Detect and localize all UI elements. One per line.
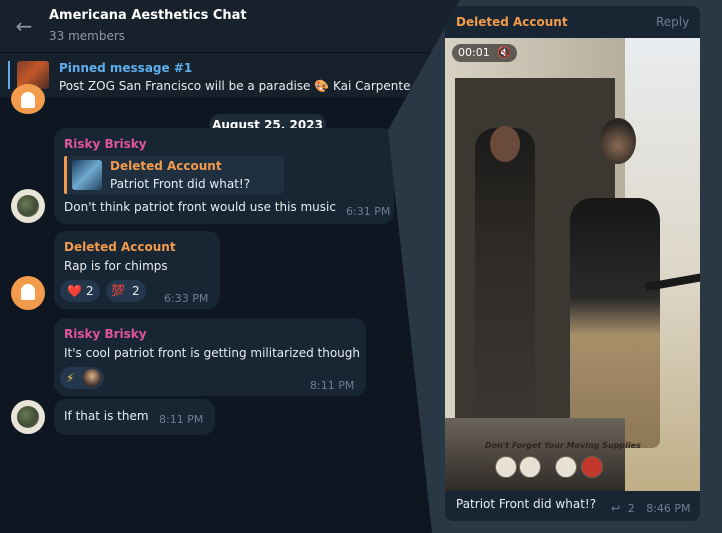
video-stickers bbox=[495, 456, 605, 478]
video-truck-floor bbox=[445, 418, 625, 491]
message-sender[interactable]: Risky Brisky bbox=[64, 327, 147, 341]
arrow-left-icon[interactable]: ← bbox=[12, 14, 36, 38]
message-bubble[interactable]: If that is them 8:11 PM bbox=[54, 399, 215, 435]
message-text: If that is them bbox=[64, 409, 149, 423]
reply-button[interactable]: Reply bbox=[656, 15, 689, 29]
message-time: 6:33 PM bbox=[164, 292, 209, 305]
sticker bbox=[519, 456, 541, 478]
video-figure bbox=[570, 198, 660, 448]
reaction-lightning[interactable]: ⚡ bbox=[60, 367, 104, 389]
message-text: Rap is for chimps bbox=[64, 259, 168, 273]
hundred-icon: 💯 bbox=[111, 284, 125, 297]
avatar[interactable] bbox=[11, 276, 45, 310]
message-time: 6:31 PM bbox=[346, 205, 391, 218]
ghost-icon bbox=[21, 284, 35, 300]
reply-quote[interactable]: Deleted Account Patriot Front did what!? bbox=[64, 156, 284, 194]
member-count: 33 members bbox=[49, 29, 126, 43]
reaction-hundred[interactable]: 💯 2 bbox=[106, 280, 146, 302]
video-duration: 00:01 bbox=[458, 46, 490, 59]
video-figure-head bbox=[600, 118, 636, 164]
video-message-card[interactable]: Deleted Account Reply Don't Forget Your … bbox=[445, 6, 700, 521]
reply-thumbnail bbox=[72, 160, 102, 190]
message-meta: ↩ 2 8:46 PM bbox=[611, 502, 691, 515]
pinned-indicator bbox=[8, 61, 10, 89]
video-duration-badge: 00:01 🔇 bbox=[452, 44, 517, 62]
reaction-count: 2 bbox=[132, 284, 140, 298]
reaction-heart[interactable]: ❤️ 2 bbox=[60, 280, 100, 302]
message-time: 8:11 PM bbox=[159, 413, 204, 426]
reactor-avatar bbox=[83, 369, 101, 387]
message-text: Don't think patriot front would use this… bbox=[64, 200, 336, 214]
message-time: 8:46 PM bbox=[646, 502, 691, 515]
avatar-image bbox=[17, 406, 39, 428]
sticker bbox=[555, 456, 577, 478]
message-time: 8:11 PM bbox=[310, 379, 355, 392]
video-player[interactable]: Don't Forget Your Moving Supplies 00:01 … bbox=[445, 38, 700, 491]
pinned-title: Pinned message #1 bbox=[59, 61, 193, 75]
message-bubble[interactable]: Deleted Account Rap is for chimps ❤️ 2 💯… bbox=[54, 231, 220, 309]
ghost-icon bbox=[21, 92, 35, 108]
speaker-muted-icon[interactable]: 🔇 bbox=[497, 46, 511, 59]
avatar[interactable] bbox=[11, 400, 45, 434]
message-text: It's cool patriot front is getting milit… bbox=[64, 346, 360, 360]
avatar[interactable] bbox=[11, 84, 45, 114]
reply-count: 2 bbox=[627, 502, 635, 515]
reply-text: Patriot Front did what!? bbox=[110, 177, 251, 191]
lightning-icon: ⚡ bbox=[66, 371, 75, 385]
message-sender[interactable]: Deleted Account bbox=[64, 240, 176, 254]
sticker bbox=[581, 456, 603, 478]
video-figure-head bbox=[490, 126, 520, 162]
sticker bbox=[495, 456, 517, 478]
reply-indicator bbox=[64, 156, 67, 194]
avatar-image bbox=[17, 195, 39, 217]
reply-arrow-icon[interactable]: ↩ bbox=[611, 502, 620, 515]
avatar[interactable] bbox=[11, 189, 45, 223]
reply-sender: Deleted Account bbox=[110, 159, 222, 173]
message-sender[interactable]: Risky Brisky bbox=[64, 137, 147, 151]
message-sender[interactable]: Deleted Account bbox=[456, 15, 568, 29]
chat-title[interactable]: Americana Aesthetics Chat bbox=[49, 8, 247, 23]
video-caption: Patriot Front did what!? bbox=[456, 497, 597, 511]
video-truck-sign: Don't Forget Your Moving Supplies bbox=[485, 441, 641, 450]
message-bubble[interactable]: Risky Brisky It's cool patriot front is … bbox=[54, 318, 366, 396]
reaction-count: 2 bbox=[86, 284, 94, 298]
heart-icon: ❤️ bbox=[67, 284, 82, 298]
pinned-text: Post ZOG San Francisco will be a paradis… bbox=[59, 79, 411, 93]
video-figure bbox=[475, 128, 535, 418]
